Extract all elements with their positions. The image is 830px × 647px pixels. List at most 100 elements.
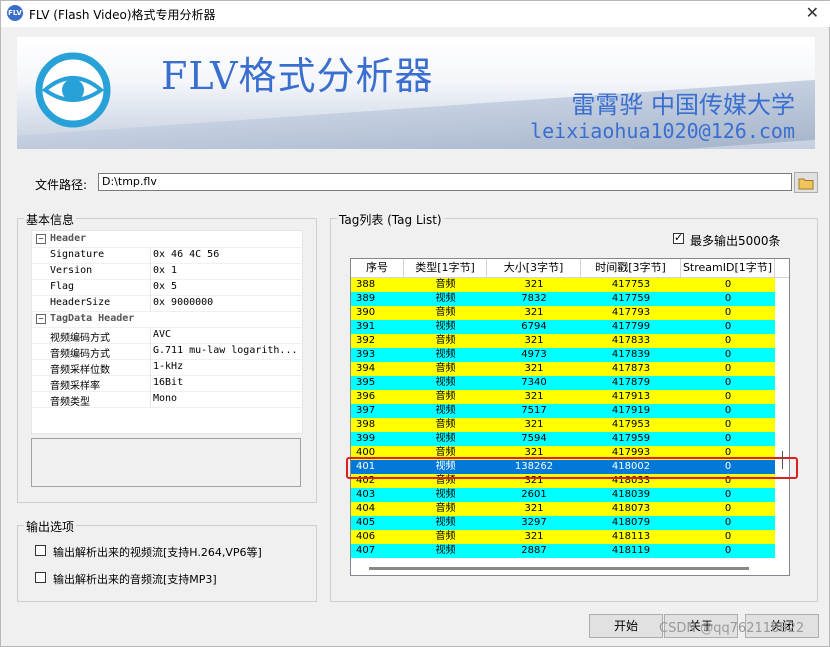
table-row[interactable]: 396 音频 321 417913 0 (351, 390, 775, 404)
property-row[interactable]: Flag 0x 5 (32, 279, 302, 296)
output-audio-label: 输出解析出来的音频流[支持MP3] (53, 573, 217, 586)
table-cell: 音频 (435, 307, 456, 318)
table-row[interactable]: 405 视频 3297 418079 0 (351, 516, 775, 530)
output-options-group: 输出选项 (17, 518, 317, 602)
output-audio-checkbox[interactable] (35, 572, 46, 583)
output-options-title: 输出选项 (24, 518, 77, 535)
table-cell: 418073 (611, 503, 651, 514)
tag-list-header: 序号 类型[1字节] 大小[3字节] 时间戳[3字节] StreamID[1字节… (351, 259, 789, 278)
table-cell: 视频 (435, 433, 456, 444)
table-cell: 396 (356, 391, 376, 402)
tag-list-view[interactable]: 序号 类型[1字节] 大小[3字节] 时间戳[3字节] StreamID[1字节… (350, 258, 790, 576)
column-header-timestamp[interactable]: 时间戳[3字节] (581, 259, 681, 277)
close-window-icon[interactable]: ✕ (806, 3, 819, 22)
table-cell: 0 (724, 335, 732, 346)
table-cell: 0 (724, 517, 732, 528)
tag-list-title: Tag列表 (Tag List) (337, 211, 444, 228)
table-row[interactable]: 388 音频 321 417753 0 (351, 278, 775, 292)
table-cell: 418039 (611, 489, 651, 500)
table-cell: 7832 (521, 293, 547, 304)
table-cell: 音频 (435, 391, 456, 402)
table-cell: 0 (724, 279, 732, 290)
column-header-streamid[interactable]: StreamID[1字节] (681, 259, 775, 277)
table-cell: 0 (724, 377, 732, 388)
table-cell: 406 (356, 531, 376, 542)
table-cell: 417799 (611, 321, 651, 332)
basic-info-title: 基本信息 (24, 211, 77, 228)
table-cell: 0 (724, 307, 732, 318)
start-button[interactable]: 开始 (589, 614, 663, 638)
property-row[interactable]: 音频类型 Mono (32, 391, 302, 408)
table-cell: 0 (724, 321, 732, 332)
table-cell: 4973 (521, 349, 547, 360)
property-category-header[interactable]: − Header (32, 231, 302, 248)
property-row[interactable]: 音频编码方式 G.711 mu-law logarith... (32, 343, 302, 360)
table-cell: 389 (356, 293, 376, 304)
table-row[interactable]: 394 音频 321 417873 0 (351, 362, 775, 376)
table-row[interactable]: 407 视频 2887 418119 0 (351, 544, 775, 558)
property-row[interactable]: Signature 0x 46 4C 56 (32, 247, 302, 264)
table-cell: 417753 (611, 279, 651, 290)
text-cursor (782, 451, 783, 469)
title-bar: FLV FLV (Flash Video)格式专用分析器 ✕ (1, 1, 830, 27)
max-output-label: 最多输出5000条 (690, 234, 781, 248)
table-row[interactable]: 398 音频 321 417953 0 (351, 418, 775, 432)
table-row[interactable]: 404 音频 321 418073 0 (351, 502, 775, 516)
property-row[interactable]: HeaderSize 0x 9000000 (32, 295, 302, 312)
file-path-input[interactable] (98, 173, 792, 191)
property-category-tagdata[interactable]: − TagData Header (32, 311, 302, 328)
table-row[interactable]: 395 视频 7340 417879 0 (351, 376, 775, 390)
column-header-type[interactable]: 类型[1字节] (404, 259, 487, 277)
column-header-size[interactable]: 大小[3字节] (487, 259, 581, 277)
property-grid[interactable]: − Header Signature 0x 46 4C 56 Version 0… (31, 230, 303, 434)
table-row[interactable]: 397 视频 7517 417919 0 (351, 404, 775, 418)
table-cell: 417793 (611, 307, 651, 318)
table-cell: 321 (524, 363, 544, 374)
table-row[interactable]: 393 视频 4973 417839 0 (351, 348, 775, 362)
horizontal-scrollbar[interactable] (369, 567, 749, 570)
table-row[interactable]: 399 视频 7594 417959 0 (351, 432, 775, 446)
browse-folder-button[interactable] (794, 172, 818, 193)
table-cell: 0 (724, 503, 732, 514)
eye-logo-icon (35, 52, 111, 128)
table-cell: 321 (524, 279, 544, 290)
table-cell: 0 (724, 545, 732, 556)
table-cell: 0 (724, 531, 732, 542)
table-cell: 399 (356, 433, 376, 444)
table-cell: 417833 (611, 335, 651, 346)
table-cell: 视频 (435, 293, 456, 304)
table-row[interactable]: 392 音频 321 417833 0 (351, 334, 775, 348)
table-cell: 417879 (611, 377, 651, 388)
property-row[interactable]: 音频采样位数 1-kHz (32, 359, 302, 376)
output-video-checkbox[interactable] (35, 545, 46, 556)
table-cell: 视频 (435, 489, 456, 500)
table-row[interactable]: 390 音频 321 417793 0 (351, 306, 775, 320)
property-row[interactable]: 视频编码方式 AVC (32, 327, 302, 344)
banner-author: 雷霄骅 中国传媒大学 (571, 91, 795, 119)
table-row[interactable]: 389 视频 7832 417759 0 (351, 292, 775, 306)
property-row[interactable]: 音频采样率 16Bit (32, 375, 302, 392)
table-row[interactable]: 403 视频 2601 418039 0 (351, 488, 775, 502)
table-cell: 2601 (521, 489, 547, 500)
property-description-box (31, 438, 301, 487)
watermark: CSDN @qq762118822 (659, 621, 805, 636)
table-cell: 视频 (435, 321, 456, 332)
table-cell: 392 (356, 335, 376, 346)
table-cell: 视频 (435, 545, 456, 556)
file-path-label: 文件路径: (35, 178, 88, 192)
table-cell: 视频 (435, 377, 456, 388)
table-row[interactable]: 391 视频 6794 417799 0 (351, 320, 775, 334)
table-row[interactable]: 406 音频 321 418113 0 (351, 530, 775, 544)
table-cell: 395 (356, 377, 376, 388)
property-row[interactable]: Version 0x 1 (32, 263, 302, 280)
table-cell: 0 (724, 349, 732, 360)
table-cell: 417873 (611, 363, 651, 374)
table-cell: 394 (356, 363, 376, 374)
collapse-icon[interactable]: − (36, 234, 46, 244)
max-output-checkbox[interactable] (673, 231, 684, 244)
table-cell: 405 (356, 517, 376, 528)
collapse-icon[interactable]: − (36, 314, 46, 324)
column-header-index[interactable]: 序号 (351, 259, 404, 277)
table-cell: 2887 (521, 545, 547, 556)
table-cell: 视频 (435, 405, 456, 416)
